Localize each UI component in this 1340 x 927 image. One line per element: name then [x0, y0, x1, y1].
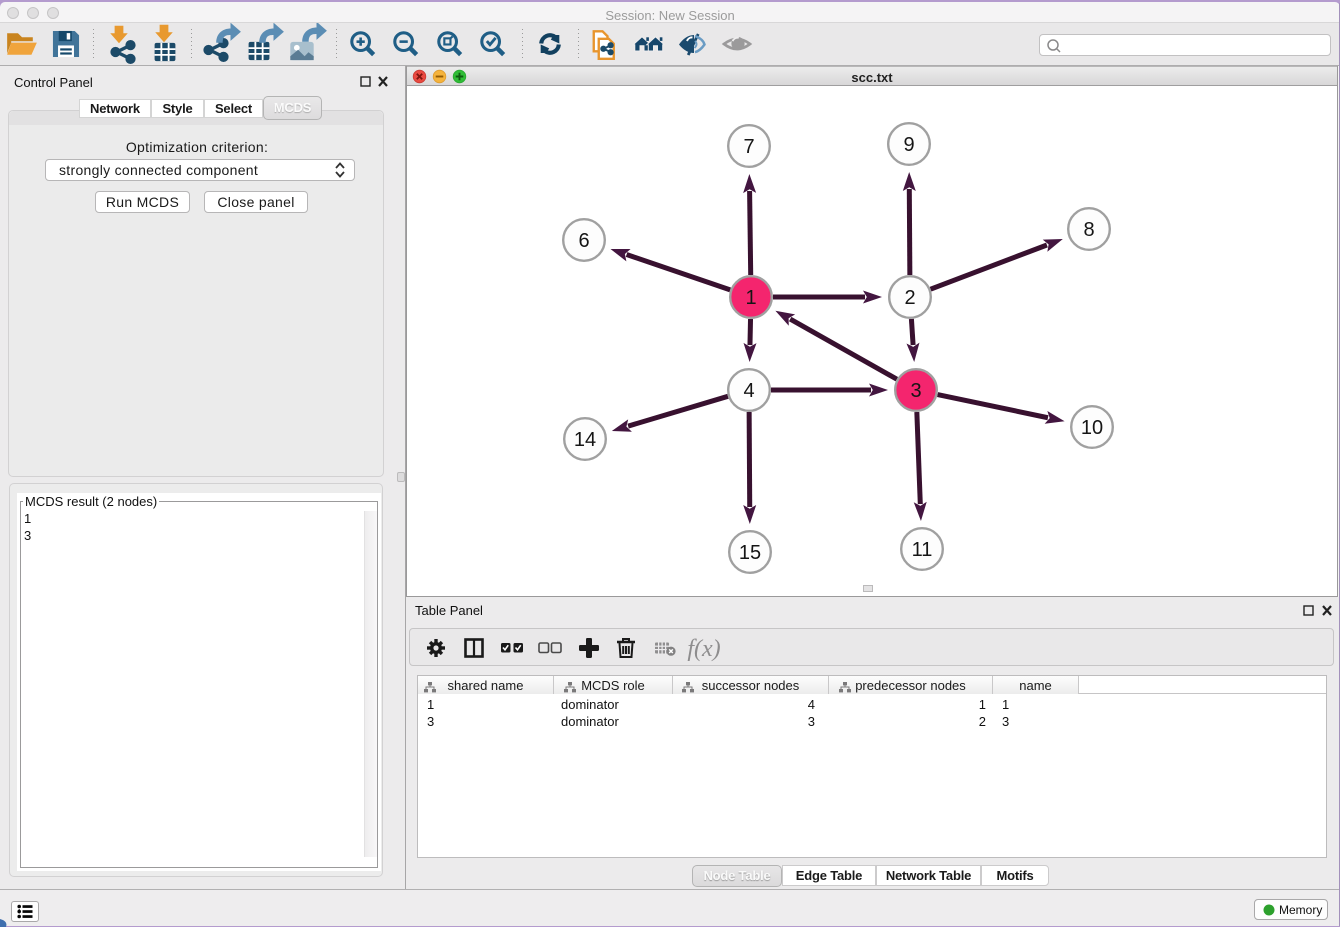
- svg-text:f(x): f(x): [687, 636, 720, 662]
- svg-text:10: 10: [1081, 417, 1103, 439]
- svg-text:7: 7: [743, 136, 754, 158]
- svg-text:9: 9: [903, 134, 914, 156]
- svg-text:4: 4: [743, 380, 754, 402]
- svg-text:3: 3: [910, 380, 921, 402]
- svg-text:2: 2: [904, 287, 915, 309]
- svg-text:15: 15: [739, 542, 761, 564]
- svg-text:1: 1: [745, 287, 756, 309]
- svg-text:14: 14: [574, 429, 596, 451]
- svg-text:11: 11: [912, 539, 933, 561]
- svg-text:6: 6: [578, 230, 589, 252]
- svg-text:8: 8: [1083, 219, 1094, 241]
